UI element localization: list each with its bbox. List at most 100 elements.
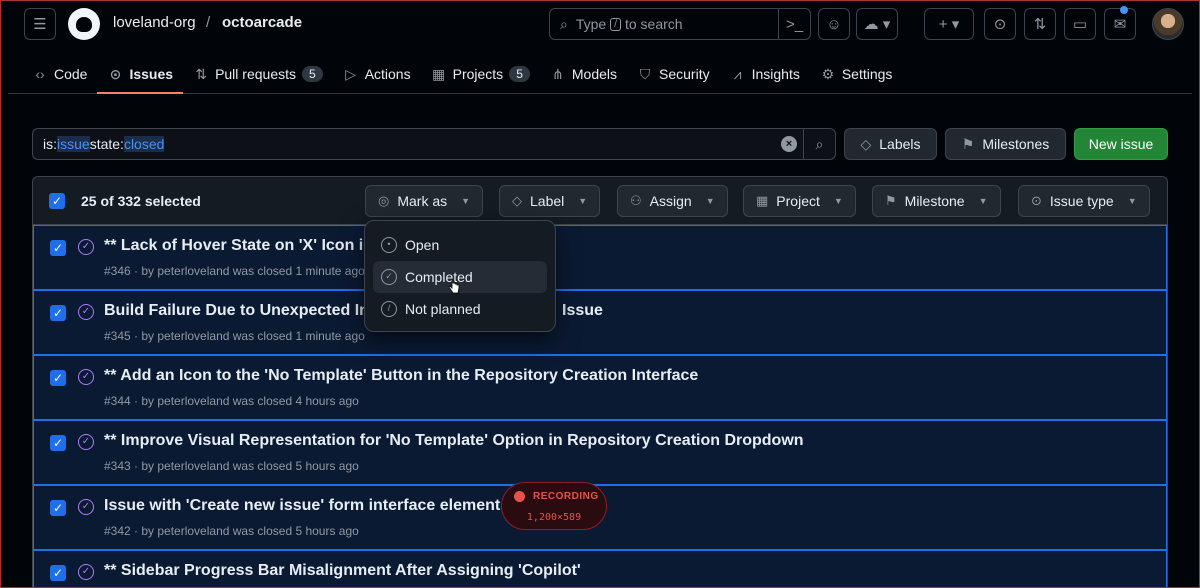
table-icon: ▦	[431, 65, 446, 82]
clear-filter-icon[interactable]: ×	[781, 136, 797, 152]
graph-icon: ⩘	[733, 65, 742, 82]
menu-item-open[interactable]: • Open	[373, 229, 547, 261]
mark-as-label: Mark as	[397, 193, 448, 209]
tab-label: Settings	[841, 66, 893, 82]
chevron-down-icon: ▼	[978, 196, 988, 206]
milestones-button[interactable]: ⚑ Milestones	[945, 128, 1066, 160]
issue-checkbox[interactable]: ✓	[50, 565, 66, 581]
issue-title[interactable]: ** Improve Visual Representation for 'No…	[104, 432, 804, 450]
menu-item-not-planned[interactable]: / Not planned	[373, 293, 547, 325]
labels-button[interactable]: ◇ Labels	[844, 128, 937, 160]
new-issue-button[interactable]: New issue	[1074, 128, 1168, 160]
tab-label: Models	[571, 66, 618, 82]
recording-indicator: RECORDING 1,200×589	[501, 482, 607, 530]
code-icon: ‹›	[35, 66, 45, 82]
issue-checkbox[interactable]: ✓	[50, 370, 66, 386]
create-new-button[interactable]: + ▾	[924, 8, 974, 40]
issue-checkbox[interactable]: ✓	[50, 305, 66, 321]
play-icon: ▷	[345, 65, 357, 82]
issue-row[interactable]: ✓ ✓ ** Improve Visual Representation for…	[33, 420, 1167, 485]
tab-projects[interactable]: ▦ Projects 5	[421, 56, 540, 92]
git-pull-request-icon: ⇅	[1033, 16, 1047, 33]
tab-label: Actions	[364, 66, 411, 82]
tag-icon: ◇	[512, 193, 522, 208]
select-all-checkbox[interactable]: ✓	[49, 193, 65, 209]
issue-title[interactable]: ** Add an Icon to the 'No Template' Butt…	[104, 367, 698, 385]
copilot-menu-button[interactable]: ☁ ▾	[856, 8, 898, 40]
menu-item-completed[interactable]: ✓ Completed	[373, 261, 547, 293]
chevron-down-icon: ▼	[705, 196, 715, 206]
notification-dot	[1120, 6, 1128, 14]
tab-models[interactable]: ⋔ Models	[540, 56, 627, 92]
cloud-icon: ☁ ▾	[863, 16, 891, 33]
issue-meta: #342 · by peterloveland was closed 5 hou…	[104, 524, 359, 538]
tag-icon: ◇	[860, 135, 872, 152]
issue-title[interactable]: ** Lack of Hover State on 'X' Icon in	[104, 237, 373, 255]
issue-meta: #346 · by peterloveland was closed 1 min…	[104, 264, 365, 278]
issue-type-button[interactable]: ⊙ Issue type ▼	[1018, 185, 1150, 217]
org-link[interactable]: loveland-org	[113, 14, 196, 31]
tab-pull-requests[interactable]: ⇅ Pull requests 5	[183, 56, 333, 92]
assign-button[interactable]: ⚇ Assign ▼	[617, 185, 728, 217]
chevron-down-icon: ▼	[461, 196, 471, 206]
tab-code[interactable]: ‹› Code	[22, 56, 97, 92]
repositories-button[interactable]: ▭	[1064, 8, 1096, 40]
chevron-down-icon: ▼	[578, 196, 588, 206]
issue-title-tail[interactable]: Issue	[562, 302, 603, 320]
issue-title[interactable]: Issue with 'Create new issue' form inter…	[104, 497, 509, 515]
shield-icon: ⛉	[639, 65, 651, 82]
issue-checkbox[interactable]: ✓	[50, 240, 66, 256]
issue-meta: #344 · by peterloveland was closed 4 hou…	[104, 394, 359, 408]
issue-checkbox[interactable]: ✓	[50, 435, 66, 451]
global-search-input[interactable]: ⌕ Type / to search	[549, 8, 811, 40]
copilot-button[interactable]: ☺	[818, 8, 850, 40]
search-icon: ⌕	[815, 135, 824, 152]
menu-item-label: Completed	[405, 269, 473, 285]
issue-row[interactable]: ✓ ✓ ** Lack of Hover State on 'X' Icon i…	[33, 225, 1167, 290]
hamburger-menu-button[interactable]: ☰	[24, 8, 56, 40]
issue-title[interactable]: Build Failure Due to Unexpected In	[104, 302, 369, 320]
issues-shortcut-button[interactable]: ⊙	[984, 8, 1016, 40]
copilot-icon: ☺	[826, 15, 842, 33]
issue-closed-icon: ✓	[78, 239, 94, 255]
issue-row[interactable]: ✓ ✓ ** Sidebar Progress Bar Misalignment…	[33, 550, 1167, 588]
issue-closed-icon: ✓	[78, 369, 94, 385]
menu-item-label: Open	[405, 237, 440, 253]
tab-settings[interactable]: ⚙ Settings	[810, 56, 903, 92]
tab-issues[interactable]: ⊙ Issues	[97, 56, 183, 94]
tab-security[interactable]: ⛉ Security	[627, 56, 720, 92]
issue-row[interactable]: ✓ ✓ ** Add an Icon to the 'No Template' …	[33, 355, 1167, 420]
search-placeholder-prefix: Type	[575, 16, 607, 32]
inbox-button[interactable]: ✉	[1104, 8, 1136, 40]
project-button-label: Project	[776, 193, 820, 209]
avatar[interactable]	[1152, 8, 1184, 40]
milestone-button-label: Milestone	[904, 193, 965, 209]
issue-filter-input[interactable]: is: issue state: closed × ⌕	[32, 128, 836, 160]
issue-closed-icon: ✓	[78, 434, 94, 450]
github-logo-icon[interactable]	[68, 8, 100, 40]
milestone-icon: ⚑	[885, 193, 897, 208]
pull-requests-count: 5	[302, 66, 323, 82]
tab-actions[interactable]: ▷ Actions	[333, 56, 421, 92]
issue-title[interactable]: ** Sidebar Progress Bar Misalignment Aft…	[104, 562, 581, 580]
mark-as-button[interactable]: ◎ Mark as ▼	[365, 185, 484, 217]
label-button[interactable]: ◇ Label ▼	[499, 185, 601, 217]
project-button[interactable]: ▦ Project ▼	[743, 185, 856, 217]
mark-as-menu: • Open ✓ Completed / Not planned	[364, 220, 556, 332]
pull-requests-shortcut-button[interactable]: ⇅	[1024, 8, 1056, 40]
milestone-button[interactable]: ⚑ Milestone ▼	[872, 185, 1001, 217]
issue-checkbox[interactable]: ✓	[50, 500, 66, 516]
labels-button-label: Labels	[879, 136, 921, 152]
check-circle-icon: ◎	[378, 193, 390, 208]
issue-opened-icon: ⊙	[993, 16, 1007, 33]
repo-link[interactable]: octoarcade	[222, 14, 302, 31]
assign-button-label: Assign	[649, 193, 692, 209]
tab-insights[interactable]: ⩘ Insights	[720, 56, 810, 92]
command-palette-button[interactable]: >_	[778, 8, 810, 40]
issue-opened-icon: •	[381, 237, 397, 253]
filter-search-button[interactable]: ⌕	[803, 128, 835, 160]
projects-count: 5	[509, 66, 530, 82]
issue-row[interactable]: ✓ ✓ Build Failure Due to Unexpected In I…	[33, 290, 1167, 355]
new-issue-button-label: New issue	[1088, 136, 1154, 152]
table-icon: ▦	[756, 193, 769, 208]
